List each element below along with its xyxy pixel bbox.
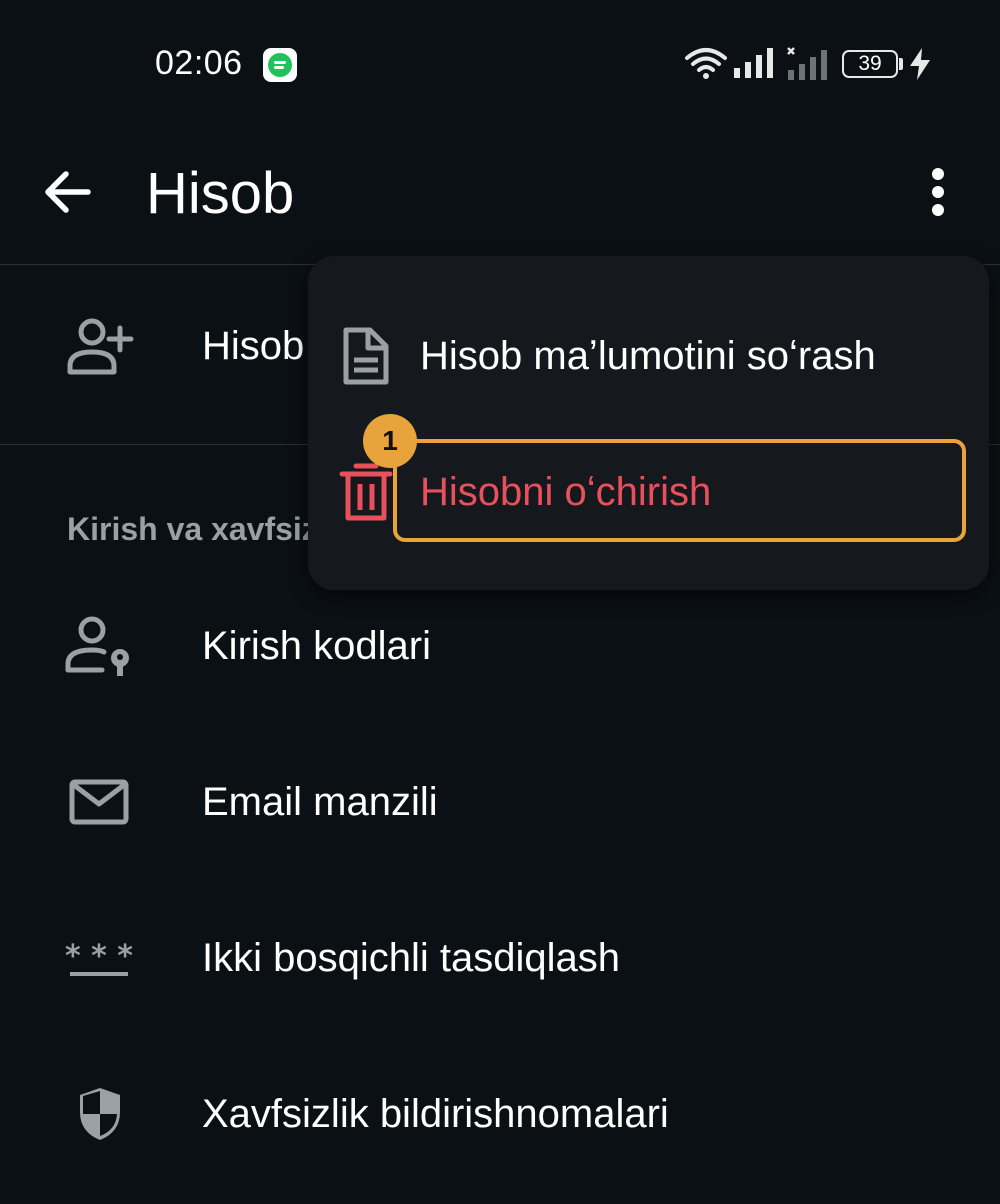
menu-item-request-account-info[interactable]: Hisob maʼlumotini soʻrash	[308, 296, 989, 416]
mail-icon	[69, 779, 129, 825]
document-icon	[343, 327, 389, 385]
list-item-security-notifications[interactable]: Xavfsizlik bildirishnomalari	[0, 1054, 1000, 1174]
wifi-icon	[685, 48, 727, 79]
arrow-left-icon	[45, 171, 91, 213]
list-item-email[interactable]: Email manzili	[0, 742, 1000, 862]
status-bar: 02:06 39	[0, 0, 1000, 130]
password-dots-icon: * * *	[65, 939, 133, 976]
trash-icon	[339, 463, 393, 521]
signal-no-sim-icon	[787, 47, 827, 80]
list-item-two-step[interactable]: * * * Ikki bosqichli tasdiqlash	[0, 898, 1000, 1018]
list-item-label: Kirish kodlari	[202, 624, 431, 668]
more-options-button[interactable]	[912, 160, 964, 224]
list-item-label: Xavfsizlik bildirishnomalari	[202, 1092, 669, 1136]
app-bar: Hisob	[0, 130, 1000, 264]
notification-app-icon	[263, 48, 297, 82]
annotation-marker: 1	[363, 414, 417, 468]
battery-icon: 39	[842, 50, 898, 78]
svg-text:* * *: * * *	[65, 939, 133, 974]
status-time: 02:06	[155, 44, 243, 82]
signal-icon	[734, 48, 773, 78]
battery-level: 39	[858, 52, 882, 75]
charging-bolt-icon	[910, 48, 930, 80]
list-item-label: Ikki bosqichli tasdiqlash	[202, 936, 620, 980]
list-item-label: Email manzili	[202, 780, 438, 824]
list-item-passkeys[interactable]: Kirish kodlari	[0, 586, 1000, 706]
page-title: Hisob	[146, 161, 295, 226]
add-account-label: Hisob	[202, 324, 305, 368]
person-key-icon	[65, 616, 129, 676]
shield-icon	[80, 1088, 120, 1140]
more-vertical-icon	[932, 168, 944, 216]
person-add-icon	[67, 318, 134, 375]
menu-item-label: Hisob maʼlumotini soʻrash	[420, 334, 876, 378]
back-button[interactable]	[36, 160, 100, 224]
annotation-highlight	[393, 439, 966, 542]
